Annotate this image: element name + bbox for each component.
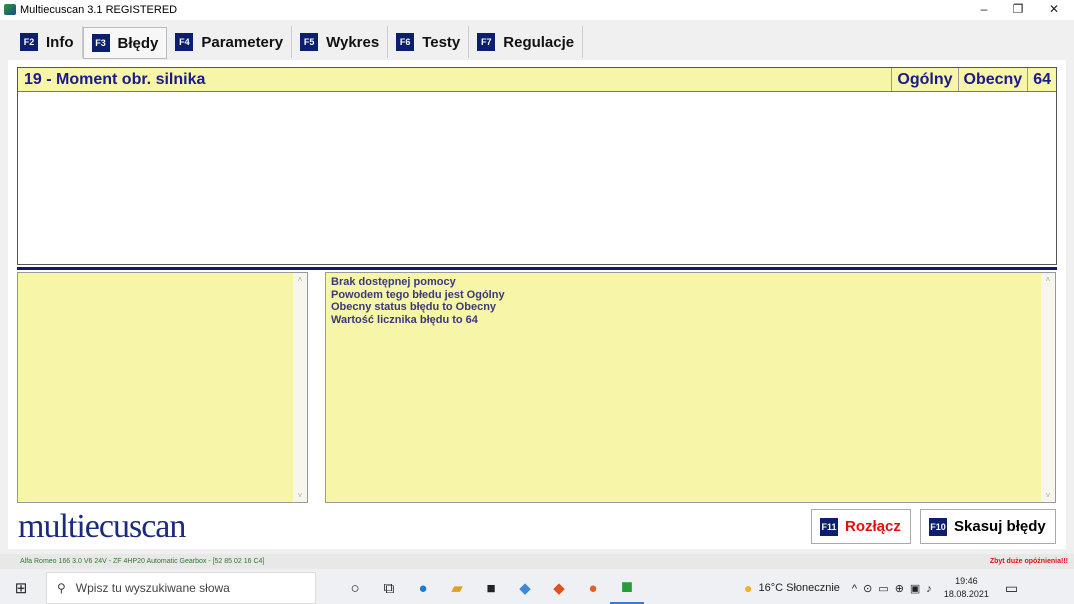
f6-key-icon: F6 — [396, 33, 415, 51]
f5-key-icon: F5 — [300, 33, 319, 51]
app-icon — [4, 4, 16, 15]
window-title: Multiecuscan 3.1 REGISTERED — [20, 4, 178, 16]
tab-adjustments[interactable]: F7 Regulacje — [469, 26, 584, 58]
tab-info[interactable]: F2 Info — [12, 26, 83, 58]
fault-name: 19 - Moment obr. silnika — [24, 71, 206, 88]
fault-status: Obecny — [957, 68, 1028, 91]
app-icon-orange[interactable]: ◆ — [542, 579, 576, 597]
weather-text[interactable]: 16°C Słonecznie — [758, 582, 839, 594]
vehicle-info: Alfa Romeo 166 3.0 V6 24V - ZF 4HP20 Aut… — [20, 558, 265, 565]
search-placeholder: Wpisz tu wyszukiwane słowa — [75, 581, 230, 595]
weather-icon: ● — [744, 580, 753, 596]
help-line: Brak dostępnej pomocy — [331, 276, 456, 288]
help-text: Brak dostępnej pomocy Powodem tego błedu… — [331, 276, 505, 326]
fault-list[interactable]: 19 - Moment obr. silnika Ogólny Obecny 6… — [17, 67, 1057, 265]
tab-tests[interactable]: F6 Testy — [388, 26, 470, 58]
f7-key-icon: F7 — [477, 33, 496, 51]
taskbar-search[interactable]: ⚲ Wpisz tu wyszukiwane słowa — [46, 572, 316, 604]
clear-errors-label: Skasuj błędy — [954, 518, 1046, 535]
tab-label: Wykres — [326, 33, 380, 51]
cortana-icon[interactable]: ○ — [338, 580, 372, 597]
app-icon-blue[interactable]: ◆ — [508, 579, 542, 597]
edge-icon[interactable]: ● — [406, 580, 440, 597]
status-bar: Alfa Romeo 166 3.0 V6 24V - ZF 4HP20 Aut… — [0, 554, 1074, 569]
fault-row[interactable]: 19 - Moment obr. silnika Ogólny Obecny 6… — [18, 68, 1056, 92]
tab-label: Testy — [422, 33, 461, 51]
latency-warning: Zbyt duże opóźnienia!!! — [989, 558, 1068, 565]
f2-key-icon: F2 — [20, 33, 38, 51]
help-text-box[interactable]: Brak dostępnej pomocy Powodem tego błedu… — [325, 272, 1056, 503]
file-explorer-icon[interactable]: ▰ — [440, 579, 474, 597]
f11-key-icon: F11 — [820, 517, 838, 536]
scrollbar[interactable]: ˄ ˅ — [293, 273, 307, 502]
f3-key-icon: F3 — [91, 34, 110, 52]
help-line: Obecny status błędu to Obecny — [331, 301, 497, 313]
tray-icons[interactable]: ^⊙▭⊕▣♪ — [852, 582, 938, 595]
multiecuscan-taskbar-icon[interactable]: ◼ — [610, 572, 644, 604]
tab-errors[interactable]: F3 Błędy — [82, 27, 168, 59]
clock[interactable]: 19:46 18.08.2021 — [944, 575, 989, 601]
help-line: Powodem tego błedu jest Ogólny — [331, 288, 505, 301]
tab-bar: F2 Info F3 Błędy F4 Parametery F5 Wykres F6 T… — [12, 26, 584, 59]
notifications-icon[interactable]: ▭ — [1005, 580, 1018, 597]
divider — [17, 267, 1057, 270]
scrollbar[interactable]: ˄ ˅ — [1041, 273, 1055, 502]
fault-type: Ogólny — [891, 68, 957, 91]
tab-label: Regulacje — [503, 33, 575, 51]
minimize-button[interactable]: – — [966, 0, 1002, 20]
search-icon: ⚲ — [57, 581, 66, 595]
tab-label: Parametery — [201, 33, 284, 51]
help-line: Wartość licznika błędu to 64 — [331, 313, 478, 326]
time: 19:46 — [955, 576, 978, 586]
firefox-icon[interactable]: ● — [576, 580, 610, 597]
tab-label: Błędy — [117, 34, 159, 52]
tab-chart[interactable]: F5 Wykres — [292, 26, 389, 58]
windows-start-icon[interactable]: ⊞ — [4, 579, 38, 597]
disconnect-label: Rozłącz — [845, 518, 901, 535]
close-button[interactable]: ✕ — [1036, 0, 1072, 20]
f4-key-icon: F4 — [175, 33, 194, 51]
date: 18.08.2021 — [943, 589, 989, 599]
store-icon[interactable]: ■ — [474, 580, 508, 597]
restore-button[interactable]: ❐ — [1000, 0, 1036, 20]
taskbar: ⊞ ⚲ Wpisz tu wyszukiwane słowa ○ ⧉ ● ▰ ■ … — [0, 572, 1074, 604]
tab-label: Info — [46, 33, 74, 51]
multiecuscan-logo: multiecuscan — [18, 508, 186, 545]
title-bar: Multiecuscan 3.1 REGISTERED – ❐ ✕ — [0, 0, 1074, 20]
left-info-box[interactable]: ˄ ˅ — [17, 272, 308, 503]
fault-count: 64 — [1027, 68, 1056, 91]
clear-errors-button[interactable]: F10 Skasuj błędy — [920, 509, 1056, 544]
tab-parameters[interactable]: F4 Parametery — [167, 26, 293, 58]
task-view-icon[interactable]: ⧉ — [372, 580, 406, 597]
f10-key-icon: F10 — [929, 517, 947, 536]
disconnect-button[interactable]: F11 Rozłącz — [811, 509, 911, 544]
